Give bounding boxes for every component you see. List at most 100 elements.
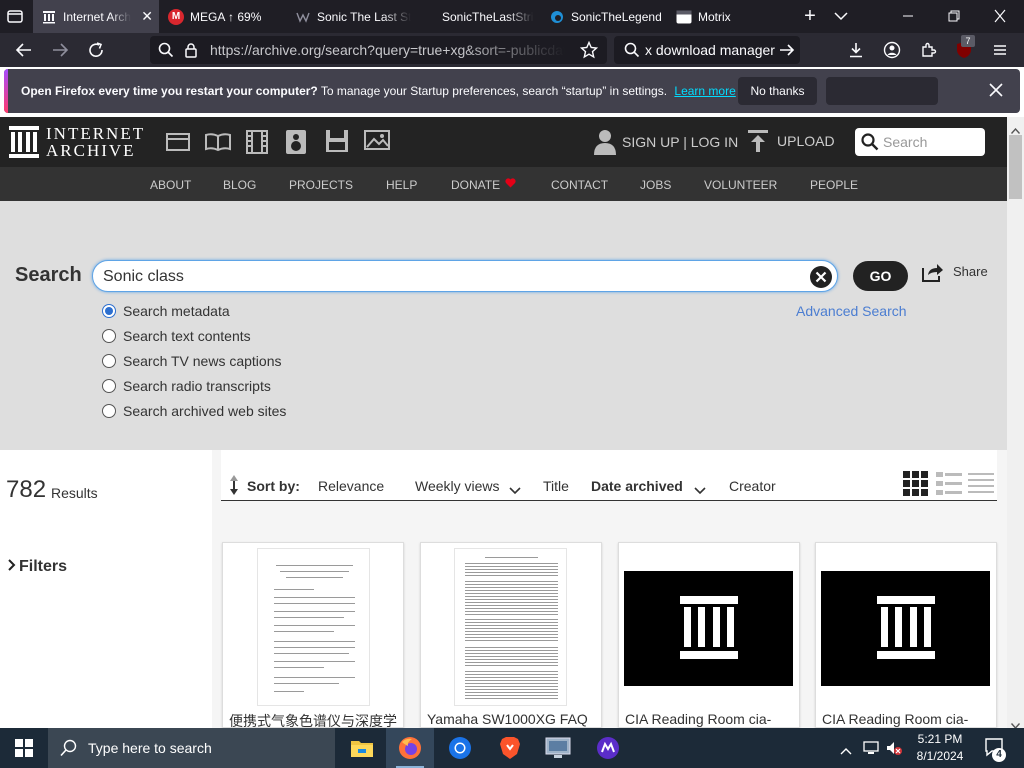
clear-search-icon[interactable] [809,265,833,294]
extensions-icon[interactable] [917,39,939,61]
close-notification-icon[interactable] [988,82,1004,98]
nav-help[interactable]: HELP [386,178,417,192]
volume-muted-icon[interactable] [885,739,903,762]
remote-desktop-icon[interactable] [534,728,582,768]
result-card[interactable]: 便携式气象色谱仪与深度学 [222,542,404,728]
nav-volunteer[interactable]: VOLUNTEER [704,178,777,192]
start-button[interactable] [0,728,48,768]
secondary-button[interactable] [826,77,938,105]
lock-icon[interactable] [184,42,198,61]
tab-sonic-the-last-stri[interactable]: SonicTheLastStri [414,0,540,33]
sort-weekly-views[interactable]: Weekly views [415,478,500,494]
tab-list-icon[interactable] [6,8,24,24]
sort-creator[interactable]: Creator [729,478,776,494]
menu-hamburger-icon[interactable] [989,39,1011,61]
tab-mega[interactable]: M MEGA ↑ 69% [160,0,286,33]
taskbar-search-box[interactable]: Type here to search [48,728,335,768]
audio-icon[interactable] [285,129,307,160]
learn-more-link[interactable]: Learn more [674,84,735,98]
close-window-button[interactable] [992,9,1008,23]
radio-search-web-sites[interactable] [102,404,116,418]
result-card-title[interactable]: CIA Reading Room cia- [625,711,771,727]
result-card-title[interactable]: 便携式气象色谱仪与深度学 [229,711,397,727]
sort-arrows-icon [228,474,240,501]
nav-people[interactable]: PEOPLE [810,178,858,192]
network-icon[interactable] [862,739,880,762]
nav-about[interactable]: ABOUT [150,178,191,192]
tile-view-icon[interactable] [903,471,929,502]
downloads-icon[interactable] [845,39,867,61]
notification-count-badge: 4 [992,748,1006,762]
tab-sonic-the-last[interactable]: Sonic The Last St [287,0,413,33]
nav-contact[interactable]: CONTACT [551,178,608,192]
arrow-right-icon[interactable] [778,41,796,62]
nav-donate[interactable]: DONATE [451,178,500,192]
clock-date[interactable]: 8/1/2024 [906,749,974,763]
back-button[interactable] [13,39,35,61]
no-thanks-button[interactable]: No thanks [738,77,817,105]
restore-window-button[interactable] [946,9,962,23]
signup-login-link[interactable]: SIGN UP | LOG IN [622,134,738,150]
result-card-title[interactable]: CIA Reading Room cia- [822,711,968,727]
bookmark-star-icon[interactable] [579,40,599,62]
clock-time[interactable]: 5:21 PM [906,732,974,746]
result-card[interactable]: CIA Reading Room cia- [618,542,800,728]
scroll-thumb[interactable] [1009,135,1022,199]
result-card[interactable]: Yamaha SW1000XG FAQ [420,542,602,728]
chrome-icon[interactable] [436,728,484,768]
software-icon[interactable] [325,129,349,158]
sort-title[interactable]: Title [543,478,569,494]
advanced-search-link[interactable]: Advanced Search [796,303,907,319]
share-label[interactable]: Share [953,264,988,279]
firefox-icon[interactable] [386,728,434,768]
go-button[interactable]: GO [853,261,908,291]
close-tab-icon[interactable]: ✕ [141,8,153,25]
upload-icon[interactable] [748,130,768,157]
chevron-down-icon[interactable] [694,482,706,500]
reload-button[interactable] [85,39,107,61]
web-icon[interactable] [166,132,190,157]
url-bar[interactable]: https://archive.org/search?query=true+xg… [150,36,607,64]
page-scrollbar[interactable] [1007,117,1024,730]
radio-search-radio-transcripts[interactable] [102,379,116,393]
brave-icon[interactable] [486,728,534,768]
file-explorer-icon[interactable] [338,728,386,768]
images-icon[interactable] [364,130,390,157]
texts-icon[interactable] [205,132,231,157]
motrix-taskbar-icon[interactable] [584,728,632,768]
result-card[interactable]: CIA Reading Room cia- [815,542,997,728]
forward-button[interactable] [49,39,71,61]
result-card-title[interactable]: Yamaha SW1000XG FAQ [427,711,588,727]
sort-date-archived[interactable]: Date archived [591,478,683,494]
new-tab-button[interactable]: + [800,5,820,27]
nav-blog[interactable]: BLOG [223,178,256,192]
upload-link[interactable]: UPLOAD [777,133,835,149]
minimize-window-button[interactable] [900,9,916,23]
radio-search-text-contents[interactable] [102,329,116,343]
share-icon[interactable] [922,262,944,287]
list-compact-view-icon[interactable] [968,471,994,502]
sonic-tab-icon [295,9,311,25]
search-icon [158,42,174,61]
ia-search-input[interactable]: Search [855,128,985,156]
show-hidden-icons-icon[interactable] [840,742,852,760]
account-icon[interactable] [881,39,903,61]
nav-projects[interactable]: PROJECTS [289,178,353,192]
sort-relevance[interactable]: Relevance [318,478,384,494]
chevron-down-icon[interactable] [509,482,521,500]
search-query-input[interactable]: Sonic class [92,260,838,292]
web-search-field[interactable]: x download manager [614,36,800,64]
user-icon[interactable] [594,129,616,160]
tab-sonic-the-legend[interactable]: SonicTheLegend [541,0,667,33]
nav-jobs[interactable]: JOBS [640,178,671,192]
search-icon [861,133,879,156]
list-all-tabs-icon[interactable] [832,7,850,25]
video-icon[interactable] [245,130,269,159]
filters-toggle[interactable]: Filters [7,558,67,576]
internet-archive-logo[interactable]: INTERNET ARCHIVE [9,124,144,160]
tab-internet-archive[interactable]: Internet Archive ✕ [33,0,159,33]
list-detail-view-icon[interactable] [936,471,962,502]
tab-motrix[interactable]: Motrix [668,0,794,33]
radio-search-tv-captions[interactable] [102,354,116,368]
radio-search-metadata[interactable] [102,304,116,318]
